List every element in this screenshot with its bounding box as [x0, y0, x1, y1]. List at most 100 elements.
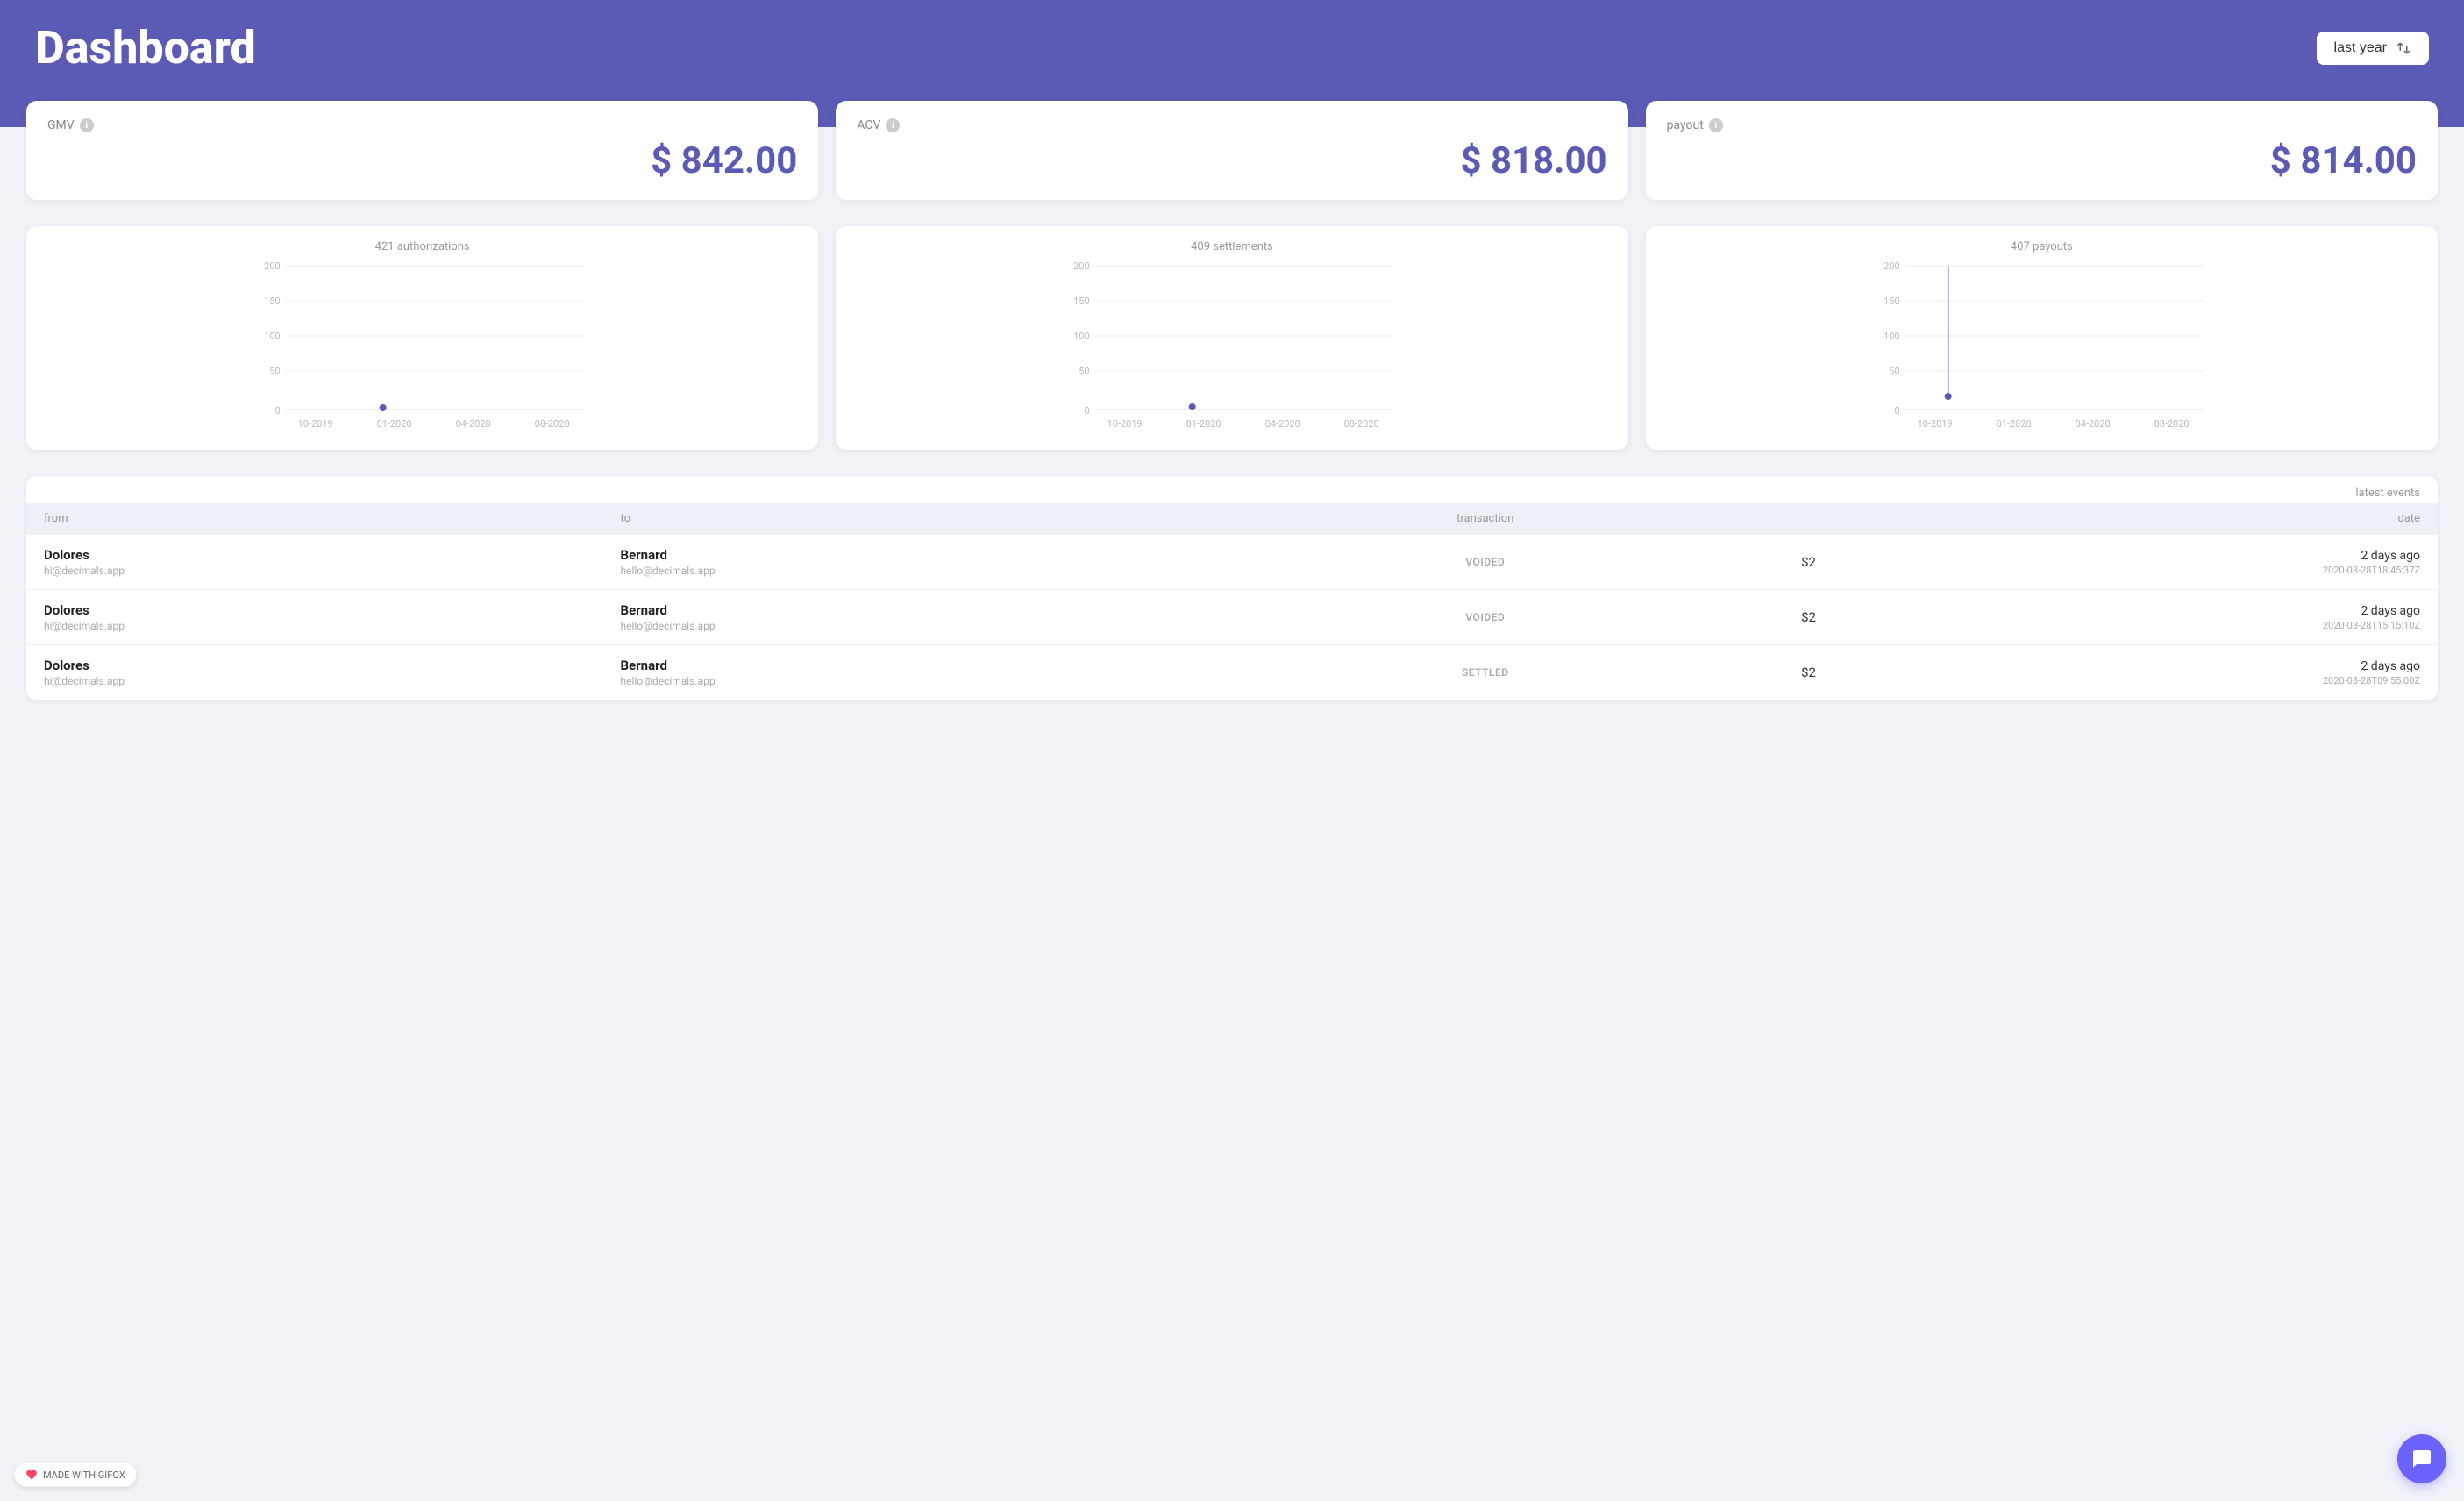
chat-button[interactable]: [2397, 1434, 2446, 1483]
svg-text:100: 100: [1073, 331, 1090, 342]
chart-payouts: 407 payouts 200 150 100 50 0 10-2019 01-…: [1646, 226, 2438, 450]
chart-authorizations: 421 authorizations 200 150 100 50 0: [26, 226, 818, 450]
date-absolute: 2020-08-28T09:55:00Z: [1844, 675, 2421, 686]
chart-settle-subtitle: 409 settlements: [850, 240, 1613, 253]
svg-text:04-2020: 04-2020: [2075, 418, 2110, 430]
svg-text:08-2020: 08-2020: [2154, 418, 2189, 430]
page-title: Dashboard: [35, 21, 256, 75]
payout-value: $ 814.00: [1667, 139, 2417, 182]
chart-payout-area: 200 150 100 50 0 10-2019 01-2020 04-2020…: [1660, 260, 2424, 436]
to-name: Bernard: [621, 602, 1198, 618]
to-name: Bernard: [621, 547, 1198, 563]
to-cell: Bernard hello@decimals.app: [621, 547, 1198, 577]
heart-icon: [25, 1469, 38, 1481]
chart-payout-subtitle: 407 payouts: [1660, 240, 2424, 253]
col-transaction: transaction: [1197, 512, 1774, 525]
to-email: hello@decimals.app: [621, 620, 1198, 632]
chart-auth-svg: 200 150 100 50 0 10-2019 01-2020 04-2020…: [40, 260, 804, 436]
svg-text:100: 100: [1884, 331, 1900, 342]
svg-text:200: 200: [1073, 260, 1090, 272]
chart-auth-subtitle: 421 authorizations: [40, 240, 804, 253]
date-cell: 2 days ago 2020-08-28T15:15:10Z: [1844, 604, 2421, 631]
to-email: hello@decimals.app: [621, 565, 1198, 577]
badge-label: MADE WITH GIFOX: [43, 1469, 125, 1481]
from-name: Dolores: [44, 547, 621, 563]
amount-cell: $2: [1774, 609, 1844, 625]
svg-text:04-2020: 04-2020: [456, 418, 491, 430]
gmv-value: $ 842.00: [47, 139, 797, 182]
svg-text:01-2020: 01-2020: [1186, 418, 1221, 430]
svg-text:0: 0: [274, 405, 280, 416]
svg-text:01-2020: 01-2020: [377, 418, 412, 430]
transaction-type: SETTLED: [1197, 666, 1774, 679]
acv-info-icon[interactable]: i: [886, 118, 900, 132]
from-email: hi@decimals.app: [44, 620, 621, 632]
svg-text:50: 50: [1889, 366, 1899, 377]
acv-label: ACV i: [857, 118, 1606, 132]
col-date: date: [1844, 512, 2421, 525]
table-header: from to transaction date: [26, 503, 2438, 534]
svg-text:0: 0: [1894, 405, 1899, 416]
amount-cell: $2: [1774, 554, 1844, 570]
table-row: Dolores hi@decimals.app Bernard hello@de…: [26, 644, 2438, 700]
col-amount: [1774, 512, 1844, 525]
svg-text:10-2019: 10-2019: [298, 418, 333, 430]
svg-text:08-2020: 08-2020: [1344, 418, 1379, 430]
metric-card-payout: payout i $ 814.00: [1646, 101, 2438, 200]
from-email: hi@decimals.app: [44, 565, 621, 577]
charts-grid: 421 authorizations 200 150 100 50 0: [26, 226, 2438, 450]
chart-payout-dot: [1944, 393, 1951, 400]
date-relative: 2 days ago: [1844, 604, 2421, 618]
gmv-info-icon[interactable]: i: [80, 118, 94, 132]
date-cell: 2 days ago 2020-08-28T18:45:37Z: [1844, 549, 2421, 576]
time-filter-button[interactable]: last year: [2317, 32, 2429, 65]
chart-auth-area: 200 150 100 50 0 10-2019 01-2020 04-2020…: [40, 260, 804, 436]
svg-text:0: 0: [1085, 405, 1090, 416]
table-row: Dolores hi@decimals.app Bernard hello@de…: [26, 589, 2438, 644]
from-name: Dolores: [44, 658, 621, 673]
payout-info-icon[interactable]: i: [1709, 118, 1723, 132]
svg-text:150: 150: [1073, 295, 1090, 307]
chart-settlements: 409 settlements 200 150 100 50 0 10-2019…: [836, 226, 1627, 450]
chart-settle-dot: [1189, 403, 1196, 410]
date-relative: 2 days ago: [1844, 659, 2421, 673]
from-email: hi@decimals.app: [44, 675, 621, 687]
svg-text:200: 200: [1884, 260, 1900, 272]
acv-value: $ 818.00: [857, 139, 1606, 182]
amount-cell: $2: [1774, 665, 1844, 680]
metric-card-acv: ACV i $ 818.00: [836, 101, 1627, 200]
events-section: latest events from to transaction date D…: [26, 476, 2438, 700]
to-cell: Bernard hello@decimals.app: [621, 658, 1198, 687]
svg-text:08-2020: 08-2020: [535, 418, 570, 430]
payout-label: payout i: [1667, 118, 2417, 132]
transaction-type: VOIDED: [1197, 556, 1774, 568]
svg-text:150: 150: [264, 295, 281, 307]
table-row: Dolores hi@decimals.app Bernard hello@de…: [26, 534, 2438, 589]
svg-text:200: 200: [264, 260, 281, 272]
svg-text:50: 50: [269, 366, 280, 377]
gmv-label: GMV i: [47, 118, 797, 132]
col-from: from: [44, 512, 621, 525]
chart-settle-area: 200 150 100 50 0 10-2019 01-2020 04-2020…: [850, 260, 1613, 436]
from-cell: Dolores hi@decimals.app: [44, 602, 621, 632]
date-absolute: 2020-08-28T18:45:37Z: [1844, 565, 2421, 576]
from-cell: Dolores hi@decimals.app: [44, 547, 621, 577]
to-cell: Bernard hello@decimals.app: [621, 602, 1198, 632]
chat-icon: [2411, 1448, 2432, 1469]
svg-text:04-2020: 04-2020: [1265, 418, 1300, 430]
transaction-type: VOIDED: [1197, 611, 1774, 623]
svg-text:10-2019: 10-2019: [1107, 418, 1143, 430]
from-name: Dolores: [44, 602, 621, 618]
svg-text:10-2019: 10-2019: [1917, 418, 1952, 430]
svg-text:150: 150: [1884, 295, 1900, 307]
svg-text:01-2020: 01-2020: [1996, 418, 2031, 430]
metric-cards: GMV i $ 842.00 ACV i $ 818.00 payout i $…: [26, 101, 2438, 200]
date-absolute: 2020-08-28T15:15:10Z: [1844, 620, 2421, 631]
svg-text:100: 100: [264, 331, 281, 342]
to-email: hello@decimals.app: [621, 675, 1198, 687]
main-content: GMV i $ 842.00 ACV i $ 818.00 payout i $…: [0, 101, 2464, 726]
chart-payout-svg: 200 150 100 50 0 10-2019 01-2020 04-2020…: [1660, 260, 2424, 436]
col-to: to: [621, 512, 1198, 525]
from-cell: Dolores hi@decimals.app: [44, 658, 621, 687]
to-name: Bernard: [621, 658, 1198, 673]
